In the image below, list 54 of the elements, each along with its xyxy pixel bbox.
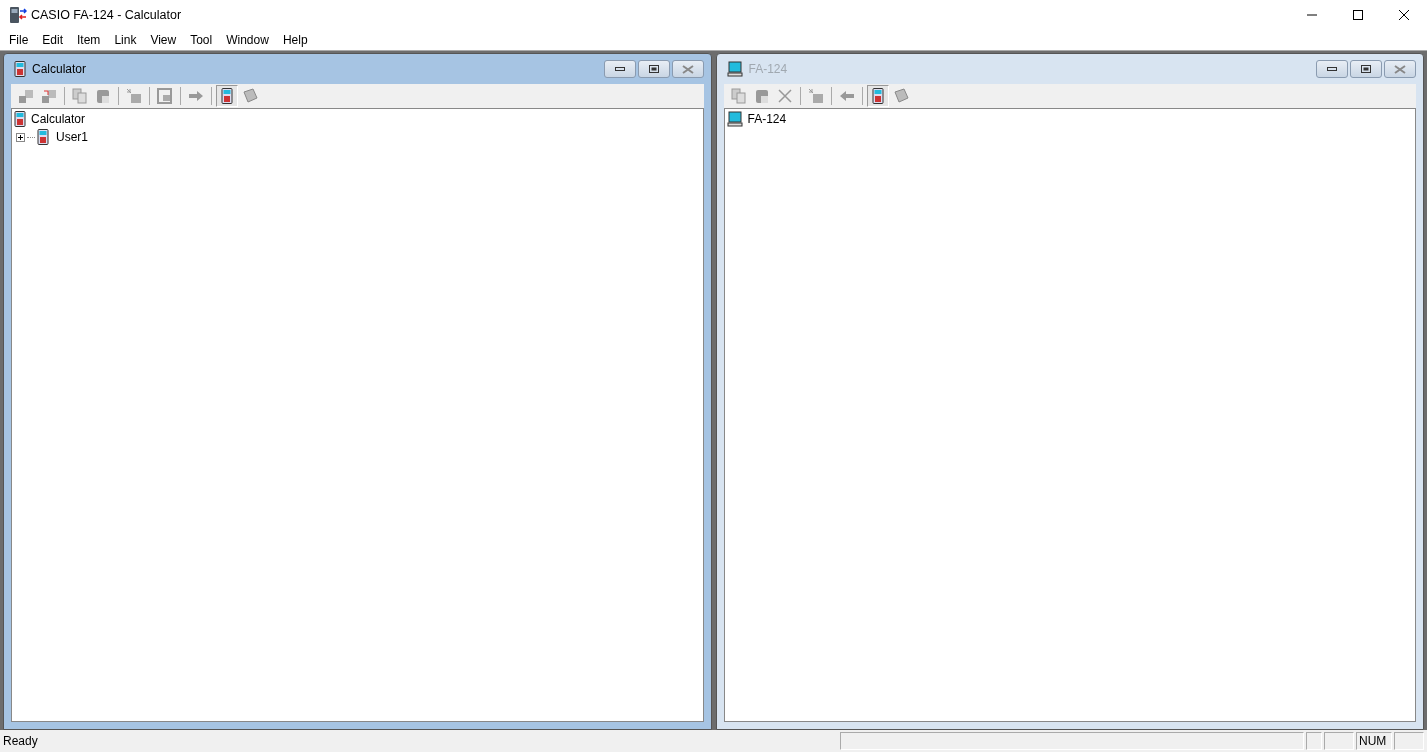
calculator-icon [14,111,26,127]
close-icon [1398,9,1410,21]
new-item-icon [126,88,142,104]
menu-item[interactable]: View [143,33,184,47]
paste-icon [753,88,770,104]
transfer-icon [18,88,34,104]
menu-item[interactable]: File [2,33,36,47]
menu-item[interactable]: Link [107,33,144,47]
new-item-icon [807,88,824,104]
tree-item[interactable]: User1 [56,130,88,144]
copy-icon [730,88,747,104]
transfer-icon [41,88,57,104]
paste-icon [95,88,111,104]
computer-icon [726,111,743,127]
expander-icon[interactable] [16,132,25,142]
menu-item[interactable]: Tool [183,33,220,47]
maximize-icon [1352,9,1364,21]
menu-item[interactable]: Edit [35,33,71,47]
child-window-title: Calculator [32,62,87,76]
restore-button[interactable] [1350,60,1382,78]
minimize-button[interactable] [603,60,636,78]
app-icon [9,6,27,24]
copy-icon [72,88,88,104]
tree-item[interactable]: FA-124 [747,112,787,126]
restore-icon [648,65,659,73]
arrow-right-icon [188,88,204,104]
minimize-button[interactable] [1316,60,1348,78]
status-message: Ready [3,734,39,748]
delete-icon [776,88,793,104]
window-title: CASIO FA-124 - Calculator [31,8,182,22]
calculator-icon [869,88,886,104]
toolbar-button[interactable] [216,85,238,107]
calculator-icon [37,129,49,145]
toolbar-button[interactable] [866,85,889,107]
calculator-icon [219,88,235,104]
status-pane [1324,732,1354,750]
calculator-icon [14,61,26,77]
child-window-title: FA-124 [748,62,788,76]
close-icon [681,64,694,74]
menu-item[interactable]: Item [70,33,108,47]
num-lock-indicator: NUM [1356,732,1392,750]
menu-item[interactable]: Help [275,33,315,47]
status-pane [1306,732,1322,750]
minimize-icon [614,66,625,72]
restore-button[interactable] [637,60,670,78]
capture-icon [157,88,173,104]
menu-item[interactable]: Window [219,33,276,47]
arrow-left-icon [838,88,855,104]
status-pane [1394,732,1424,750]
close-icon [1394,64,1406,74]
restore-icon [1361,65,1371,73]
tree-item[interactable]: Calculator [31,112,86,126]
minimize-icon [1327,66,1337,72]
computer-icon [726,61,743,77]
